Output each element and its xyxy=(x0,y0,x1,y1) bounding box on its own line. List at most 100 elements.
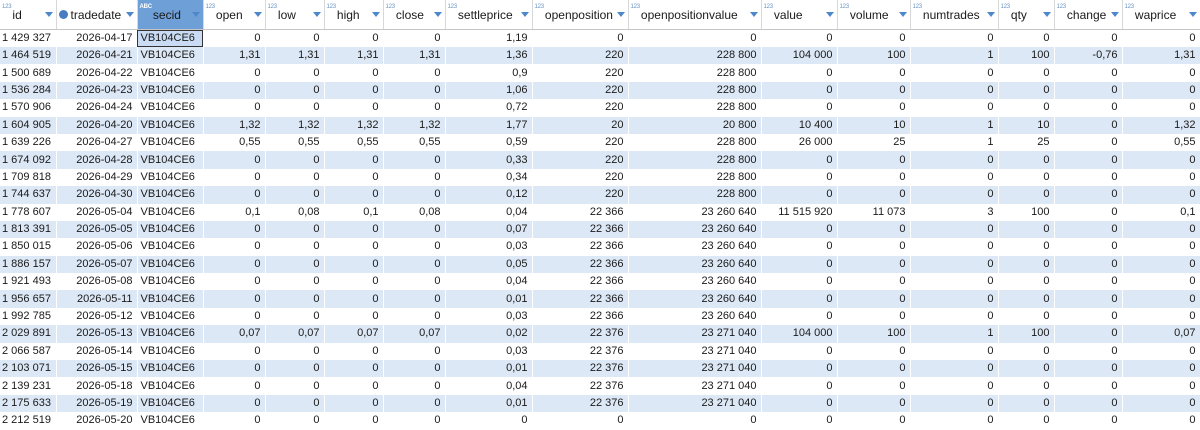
table-row[interactable]: 1 956 657 2026-05-11 VB104CE6 0 0 0 0 0,01 22 36… xyxy=(0,290,1200,308)
cell-value[interactable]: 10 400 xyxy=(761,116,838,134)
cell-openpositionvalue[interactable]: 228 800 xyxy=(628,64,762,82)
cell-open[interactable]: 0,07 xyxy=(203,325,266,343)
cell-openposition[interactable]: 22 366 xyxy=(532,255,629,274)
cell-volume[interactable]: 25 xyxy=(837,133,911,152)
cell-volume[interactable]: 0 xyxy=(837,273,911,291)
cell-secid[interactable]: VB104CE6 xyxy=(137,116,204,134)
cell-qty[interactable]: 0 xyxy=(998,29,1055,47)
cell-numtrades[interactable]: 1 xyxy=(910,133,999,152)
cell-qty[interactable]: 25 xyxy=(998,133,1055,152)
cell-open[interactable]: 0 xyxy=(203,99,266,117)
cell-settleprice[interactable]: 0,04 xyxy=(445,377,533,395)
cell-settleprice[interactable]: 0,72 xyxy=(445,99,533,117)
cell-openposition[interactable]: 22 376 xyxy=(532,394,629,413)
cell-high[interactable]: 0 xyxy=(324,394,384,413)
cell-id[interactable]: 1 536 284 xyxy=(0,81,57,100)
cell-settleprice[interactable]: 0,03 xyxy=(445,342,533,361)
cell-low[interactable]: 0 xyxy=(265,412,325,430)
cell-settleprice[interactable]: 0,9 xyxy=(445,64,533,82)
cell-change[interactable]: 0 xyxy=(1054,220,1123,239)
cell-numtrades[interactable]: 0 xyxy=(910,273,999,291)
cell-close[interactable]: 0,08 xyxy=(383,203,446,221)
cell-settleprice[interactable]: 0,59 xyxy=(445,133,533,152)
cell-waprice[interactable]: 0 xyxy=(1122,360,1200,378)
cell-value[interactable]: 104 000 xyxy=(761,325,838,343)
table-row[interactable]: 1 500 689 2026-04-22 VB104CE6 0 0 0 0 0,9 220 228… xyxy=(0,64,1200,82)
cell-openpositionvalue[interactable]: 0 xyxy=(628,29,762,47)
cell-close[interactable]: 0,55 xyxy=(383,133,446,152)
cell-close[interactable]: 0 xyxy=(383,412,446,430)
cell-qty[interactable]: 0 xyxy=(998,273,1055,291)
cell-value[interactable]: 0 xyxy=(761,64,838,82)
cell-qty[interactable]: 0 xyxy=(998,412,1055,430)
cell-close[interactable]: 0 xyxy=(383,220,446,239)
cell-low[interactable]: 0 xyxy=(265,238,325,256)
cell-volume[interactable]: 0 xyxy=(837,290,911,308)
cell-secid[interactable]: VB104CE6 xyxy=(137,47,204,65)
cell-change[interactable]: 0 xyxy=(1054,394,1123,413)
cell-numtrades[interactable]: 1 xyxy=(910,47,999,65)
cell-settleprice[interactable]: 1,19 xyxy=(445,29,533,47)
cell-value[interactable]: 0 xyxy=(761,220,838,239)
sort-arrow-icon[interactable] xyxy=(253,12,262,17)
cell-secid[interactable]: VB104CE6 xyxy=(137,412,204,430)
table-row[interactable]: 1 744 637 2026-04-30 VB104CE6 0 0 0 0 0,12 220 22… xyxy=(0,186,1200,204)
cell-id[interactable]: 1 709 818 xyxy=(0,168,57,187)
cell-tradedate[interactable]: 2026-04-29 xyxy=(56,168,138,187)
cell-id[interactable]: 2 066 587 xyxy=(0,342,57,361)
cell-openpositionvalue[interactable]: 23 271 040 xyxy=(628,377,762,395)
cell-value[interactable]: 0 xyxy=(761,99,838,117)
cell-openposition[interactable]: 22 376 xyxy=(532,342,629,361)
sort-arrow-icon[interactable] xyxy=(1188,12,1197,17)
cell-numtrades[interactable]: 0 xyxy=(910,64,999,82)
cell-tradedate[interactable]: 2026-05-04 xyxy=(56,203,138,221)
cell-openposition[interactable]: 22 376 xyxy=(532,377,629,395)
cell-openpositionvalue[interactable]: 23 271 040 xyxy=(628,394,762,413)
cell-close[interactable]: 0 xyxy=(383,360,446,378)
cell-volume[interactable]: 100 xyxy=(837,325,911,343)
cell-change[interactable]: 0 xyxy=(1054,186,1123,204)
cell-secid[interactable]: VB104CE6 xyxy=(137,342,204,361)
cell-waprice[interactable]: 0 xyxy=(1122,81,1200,100)
cell-low[interactable]: 0 xyxy=(265,220,325,239)
cell-volume[interactable]: 0 xyxy=(837,342,911,361)
cell-close[interactable]: 0 xyxy=(383,394,446,413)
cell-waprice[interactable]: 0 xyxy=(1122,64,1200,82)
cell-openpositionvalue[interactable]: 228 800 xyxy=(628,133,762,152)
sort-arrow-icon[interactable] xyxy=(520,12,529,17)
cell-id[interactable]: 1 956 657 xyxy=(0,290,57,308)
cell-close[interactable]: 1,31 xyxy=(383,47,446,65)
cell-openpositionvalue[interactable]: 0 xyxy=(628,412,762,430)
cell-change[interactable]: 0 xyxy=(1054,377,1123,395)
cell-secid[interactable]: VB104CE6 xyxy=(137,186,204,204)
column-header-openposition[interactable]: 123 openposition xyxy=(532,0,629,30)
cell-close[interactable]: 0 xyxy=(383,255,446,274)
cell-openposition[interactable]: 220 xyxy=(532,186,629,204)
column-header-qty[interactable]: 123 qty xyxy=(998,0,1055,30)
cell-high[interactable]: 0 xyxy=(324,307,384,326)
cell-id[interactable]: 1 886 157 xyxy=(0,255,57,274)
cell-numtrades[interactable]: 0 xyxy=(910,220,999,239)
cell-secid[interactable]: VB104CE6 xyxy=(137,273,204,291)
cell-tradedate[interactable]: 2026-05-15 xyxy=(56,360,138,378)
cell-numtrades[interactable]: 0 xyxy=(910,29,999,47)
cell-open[interactable]: 1,31 xyxy=(203,47,266,65)
cell-id[interactable]: 1 604 905 xyxy=(0,116,57,134)
cell-settleprice[interactable]: 0,12 xyxy=(445,186,533,204)
cell-value[interactable]: 0 xyxy=(761,377,838,395)
cell-tradedate[interactable]: 2026-04-21 xyxy=(56,47,138,65)
cell-waprice[interactable]: 0 xyxy=(1122,342,1200,361)
cell-openpositionvalue[interactable]: 228 800 xyxy=(628,81,762,100)
table-row[interactable]: 1 639 226 2026-04-27 VB104CE6 0,55 0,55 0,55 0… xyxy=(0,133,1200,152)
cell-numtrades[interactable]: 0 xyxy=(910,255,999,274)
sort-arrow-icon[interactable] xyxy=(825,12,834,17)
cell-openpositionvalue[interactable]: 23 271 040 xyxy=(628,325,762,343)
cell-volume[interactable]: 0 xyxy=(837,360,911,378)
column-header-close[interactable]: 123 close xyxy=(383,0,446,30)
cell-numtrades[interactable]: 0 xyxy=(910,168,999,187)
cell-close[interactable]: 0 xyxy=(383,307,446,326)
cell-change[interactable]: 0 xyxy=(1054,412,1123,430)
cell-low[interactable]: 0 xyxy=(265,394,325,413)
cell-openposition[interactable]: 22 366 xyxy=(532,238,629,256)
cell-tradedate[interactable]: 2026-04-28 xyxy=(56,151,138,169)
